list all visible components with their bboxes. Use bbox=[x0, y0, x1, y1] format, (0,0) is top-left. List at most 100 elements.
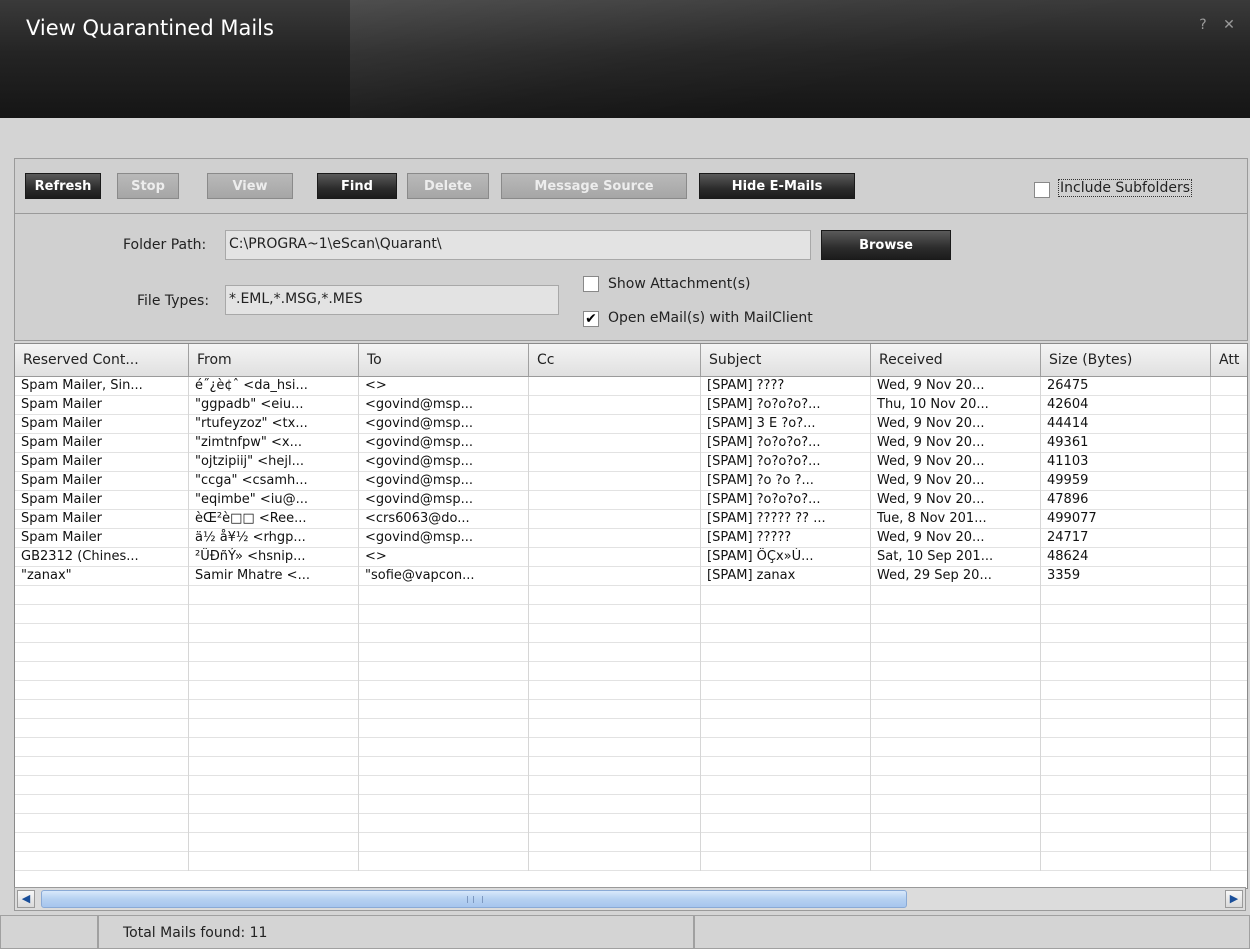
cell-cc bbox=[529, 586, 701, 605]
cell-size-bytes bbox=[1041, 700, 1211, 719]
cell-received bbox=[871, 776, 1041, 795]
column-header-cc[interactable]: Cc bbox=[529, 344, 701, 376]
cell-received bbox=[871, 624, 1041, 643]
status-part-left bbox=[0, 915, 98, 949]
cell-size-bytes bbox=[1041, 852, 1211, 871]
column-header-attachments[interactable]: Att bbox=[1211, 344, 1247, 376]
include-subfolders-label[interactable]: Include Subfolders bbox=[1058, 179, 1192, 197]
stop-button[interactable]: Stop bbox=[117, 173, 179, 199]
cell-size-bytes bbox=[1041, 757, 1211, 776]
cell-from bbox=[189, 719, 359, 738]
cell-reserved-content: Spam Mailer bbox=[15, 415, 189, 434]
column-header-reserved-content[interactable]: Reserved Cont... bbox=[15, 344, 189, 376]
cell-attachments bbox=[1211, 605, 1247, 624]
total-mails-text: Total Mails found: 11 bbox=[123, 925, 268, 941]
cell-to: "sofie@vapcon... bbox=[359, 567, 529, 586]
cell-reserved-content bbox=[15, 624, 189, 643]
table-row[interactable]: Spam Mailer "ojtzipiij" <hejl... <govind@m… bbox=[15, 453, 1247, 472]
cell-to: <> bbox=[359, 377, 529, 396]
cell-size-bytes: 47896 bbox=[1041, 491, 1211, 510]
show-attachments-label: Show Attachment(s) bbox=[608, 276, 751, 292]
cell-from bbox=[189, 795, 359, 814]
empty-row bbox=[15, 757, 1247, 776]
cell-subject bbox=[701, 643, 871, 662]
cell-attachments bbox=[1211, 377, 1247, 396]
cell-attachments bbox=[1211, 510, 1247, 529]
refresh-button[interactable]: Refresh bbox=[25, 173, 101, 199]
folder-path-field[interactable]: C:\PROGRA~1\eScan\Quarant\ bbox=[225, 230, 811, 260]
cell-cc bbox=[529, 814, 701, 833]
view-button[interactable]: View bbox=[207, 173, 293, 199]
table-row[interactable]: Spam Mailer ä½ å¥½ <rhgp... <govind@msp...… bbox=[15, 529, 1247, 548]
grip-icon bbox=[467, 896, 483, 903]
table-row[interactable]: Spam Mailer "zimtnfpw" <x... <govind@msp..… bbox=[15, 434, 1247, 453]
cell-subject: [SPAM] zanax bbox=[701, 567, 871, 586]
cell-subject bbox=[701, 662, 871, 681]
column-header-subject[interactable]: Subject bbox=[701, 344, 871, 376]
help-icon[interactable]: ? bbox=[1192, 14, 1214, 36]
cell-received: Sat, 10 Sep 201... bbox=[871, 548, 1041, 567]
cell-from bbox=[189, 814, 359, 833]
cell-reserved-content bbox=[15, 586, 189, 605]
cell-cc bbox=[529, 738, 701, 757]
browse-button[interactable]: Browse bbox=[821, 230, 951, 260]
table-row[interactable]: Spam Mailer "ccga" <csamh... <govind@msp..… bbox=[15, 472, 1247, 491]
column-header-size-bytes[interactable]: Size (Bytes) bbox=[1041, 344, 1211, 376]
cell-cc bbox=[529, 643, 701, 662]
cell-from: "ggpadb" <eiu... bbox=[189, 396, 359, 415]
cell-to bbox=[359, 662, 529, 681]
table-row[interactable]: Spam Mailer "ggpadb" <eiu... <govind@msp..… bbox=[15, 396, 1247, 415]
cell-subject bbox=[701, 738, 871, 757]
include-subfolders-checkbox[interactable] bbox=[1034, 182, 1050, 198]
column-header-to[interactable]: To bbox=[359, 344, 529, 376]
table-row[interactable]: Spam Mailer èŒ²è□□ <Ree... <crs6063@do... [… bbox=[15, 510, 1247, 529]
close-icon[interactable]: ✕ bbox=[1218, 14, 1240, 36]
cell-received bbox=[871, 814, 1041, 833]
cell-attachments bbox=[1211, 795, 1247, 814]
cell-attachments bbox=[1211, 662, 1247, 681]
cell-to: <govind@msp... bbox=[359, 491, 529, 510]
cell-to: <govind@msp... bbox=[359, 396, 529, 415]
cell-subject bbox=[701, 605, 871, 624]
cell-size-bytes bbox=[1041, 738, 1211, 757]
show-attachments-checkbox[interactable] bbox=[583, 276, 599, 292]
table-row[interactable]: Spam Mailer "eqimbe" <iu@... <govind@msp..… bbox=[15, 491, 1247, 510]
cell-cc bbox=[529, 472, 701, 491]
table-row[interactable]: Spam Mailer "rtufeyzoz" <tx... <govind@msp… bbox=[15, 415, 1247, 434]
cell-to bbox=[359, 605, 529, 624]
cell-from bbox=[189, 586, 359, 605]
cell-reserved-content bbox=[15, 795, 189, 814]
cell-to bbox=[359, 681, 529, 700]
scroll-left-icon[interactable]: ◀ bbox=[17, 890, 35, 908]
cell-size-bytes bbox=[1041, 833, 1211, 852]
table-row[interactable]: Spam Mailer, Sin... é˝¿è¢ˆ <da_hsi... <> [S… bbox=[15, 377, 1247, 396]
empty-row bbox=[15, 719, 1247, 738]
file-types-field[interactable]: *.EML,*.MSG,*.MES bbox=[225, 285, 559, 315]
cell-subject: [SPAM] ????? ?? ... bbox=[701, 510, 871, 529]
open-mailclient-checkbox[interactable]: ✔ bbox=[583, 311, 599, 327]
table-row[interactable]: GB2312 (Chines... ²ÜÐñÝ» <hsnip... <> [SPAM… bbox=[15, 548, 1247, 567]
quarantine-window: View Quarantined Mails ? ✕ Refresh Stop … bbox=[0, 0, 1250, 949]
cell-subject: [SPAM] ????? bbox=[701, 529, 871, 548]
scroll-right-icon[interactable]: ▶ bbox=[1225, 890, 1243, 908]
cell-received bbox=[871, 662, 1041, 681]
cell-size-bytes: 24717 bbox=[1041, 529, 1211, 548]
cell-from: ²ÜÐñÝ» <hsnip... bbox=[189, 548, 359, 567]
column-header-from[interactable]: From bbox=[189, 344, 359, 376]
scrollbar-thumb[interactable] bbox=[41, 890, 907, 908]
cell-reserved-content bbox=[15, 605, 189, 624]
column-header-received[interactable]: Received bbox=[871, 344, 1041, 376]
cell-attachments bbox=[1211, 453, 1247, 472]
empty-row bbox=[15, 814, 1247, 833]
cell-reserved-content: GB2312 (Chines... bbox=[15, 548, 189, 567]
hide-emails-button[interactable]: Hide E-Mails bbox=[699, 173, 855, 199]
cell-attachments bbox=[1211, 434, 1247, 453]
horizontal-scrollbar[interactable]: ◀ ▶ bbox=[14, 887, 1246, 911]
cell-cc bbox=[529, 776, 701, 795]
table-row[interactable]: "zanax" Samir Mhatre <... "sofie@vapcon...… bbox=[15, 567, 1247, 586]
delete-button[interactable]: Delete bbox=[407, 173, 489, 199]
cell-cc bbox=[529, 548, 701, 567]
message-source-button[interactable]: Message Source bbox=[501, 173, 687, 199]
find-button[interactable]: Find bbox=[317, 173, 397, 199]
cell-from bbox=[189, 662, 359, 681]
